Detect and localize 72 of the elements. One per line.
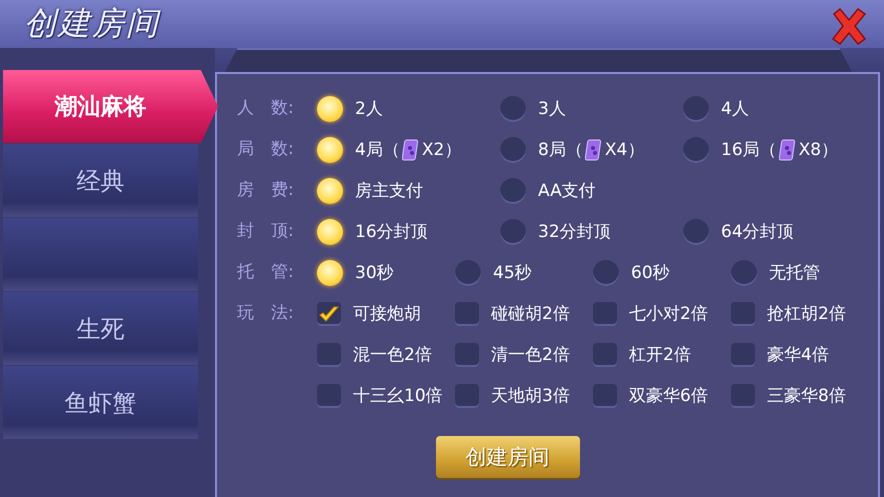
- window-title: 创建房间: [24, 3, 160, 44]
- radio-button[interactable]: [500, 136, 526, 162]
- option-label: 房 费:: [237, 179, 295, 202]
- option-label: 局 数:: [237, 138, 295, 161]
- checkbox[interactable]: [731, 384, 755, 408]
- checkbox[interactable]: [455, 384, 479, 408]
- checkbox[interactable]: [455, 302, 479, 326]
- option-text: X8）: [798, 139, 838, 161]
- sidebar-tab[interactable]: 鱼虾蟹: [3, 366, 198, 439]
- option-text: 豪华4倍: [767, 344, 829, 366]
- option-text: 60秒: [631, 262, 670, 284]
- option-label: 玩 法:: [237, 302, 295, 325]
- option-text: 七小对2倍: [629, 303, 708, 325]
- sidebar-tab[interactable]: 潮汕麻将: [3, 70, 218, 143]
- radio-button[interactable]: [683, 96, 709, 122]
- checkbox[interactable]: [455, 342, 479, 366]
- radio-button[interactable]: [500, 178, 526, 204]
- option-text: 2人: [355, 98, 383, 120]
- card-icon: [402, 138, 420, 160]
- option-text: 抢杠胡2倍: [767, 303, 846, 325]
- option-text: 碰碰胡2倍: [491, 303, 570, 325]
- option-text: 3人: [538, 98, 566, 120]
- checkbox[interactable]: [593, 342, 617, 366]
- checkbox[interactable]: [317, 302, 341, 326]
- option-text: 8局（: [538, 139, 583, 161]
- radio-button[interactable]: [317, 218, 343, 244]
- option-text: 可接炮胡: [353, 303, 421, 325]
- option-text: 杠开2倍: [629, 344, 691, 366]
- option-text: 4局（: [355, 139, 400, 161]
- radio-button[interactable]: [500, 96, 526, 122]
- checkbox[interactable]: [593, 302, 617, 326]
- radio-button[interactable]: [317, 96, 343, 122]
- radio-button[interactable]: [683, 136, 709, 162]
- checkbox[interactable]: [317, 342, 341, 366]
- option-text: 混一色2倍: [353, 344, 432, 366]
- radio-button[interactable]: [500, 218, 526, 244]
- radio-button[interactable]: [317, 260, 343, 286]
- option-text: 无托管: [769, 262, 820, 284]
- option-text: 16局（: [721, 139, 777, 161]
- option-text: AA支付: [538, 180, 596, 202]
- checkbox[interactable]: [731, 302, 755, 326]
- radio-button[interactable]: [317, 136, 343, 162]
- option-text: X2）: [422, 139, 462, 161]
- option-label: 人 数:: [237, 97, 295, 120]
- radio-button[interactable]: [593, 260, 619, 286]
- sidebar-tab[interactable]: 生死: [3, 292, 198, 365]
- option-text: 十三幺10倍: [353, 385, 443, 407]
- option-text: 32分封顶: [538, 221, 611, 243]
- option-text: 房主支付: [355, 180, 423, 202]
- sidebar-tab[interactable]: [3, 218, 198, 291]
- option-label: 封 顶:: [237, 220, 295, 243]
- option-text: X4）: [604, 139, 644, 161]
- sidebar-tab[interactable]: 经典: [3, 144, 198, 217]
- card-icon: [584, 138, 603, 160]
- option-text: 清一色2倍: [491, 344, 570, 366]
- option-label: 托 管:: [237, 261, 295, 284]
- radio-button[interactable]: [731, 260, 757, 286]
- option-text: 64分封顶: [721, 221, 794, 243]
- option-text: 三豪华8倍: [767, 385, 846, 407]
- checkbox[interactable]: [731, 342, 755, 366]
- checkbox[interactable]: [593, 384, 617, 408]
- option-text: 30秒: [355, 262, 394, 284]
- option-text: 16分封顶: [355, 221, 428, 243]
- option-text: 45秒: [493, 262, 532, 284]
- radio-button[interactable]: [455, 260, 481, 286]
- option-text: 天地胡3倍: [491, 385, 570, 407]
- radio-button[interactable]: [317, 178, 343, 204]
- checkbox[interactable]: [317, 384, 341, 408]
- radio-button[interactable]: [683, 218, 709, 244]
- option-text: 4人: [721, 98, 749, 120]
- option-text: 双豪华6倍: [629, 385, 708, 407]
- card-icon: [778, 138, 797, 160]
